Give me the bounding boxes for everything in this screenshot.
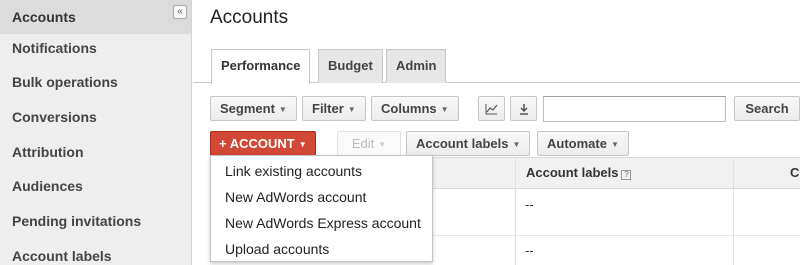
sidebar-item-notifications[interactable]: Notifications (0, 31, 191, 65)
edit-label: Edit (351, 136, 375, 151)
tab-performance[interactable]: Performance (211, 49, 311, 84)
segment-label: Segment (220, 101, 275, 116)
chart-button[interactable] (478, 96, 505, 121)
column-header-account-labels[interactable]: Account labels? (526, 158, 632, 188)
column-header-c[interactable]: C (790, 158, 799, 188)
column-header-label: Account labels (526, 165, 619, 180)
sidebar-item-accounts[interactable]: Accounts (0, 0, 191, 34)
column-divider (733, 157, 734, 265)
chevron-down-icon: ▼ (378, 140, 387, 149)
menu-item-new-adwords-account[interactable]: New AdWords account (211, 184, 432, 210)
account-dropdown-menu: Link existing accounts New AdWords accou… (210, 155, 433, 262)
account-labels-button[interactable]: Account labels ▼ (406, 131, 531, 156)
sidebar-item-conversions[interactable]: Conversions (0, 100, 191, 134)
chevron-down-icon: ▼ (298, 140, 307, 149)
download-button[interactable] (510, 96, 537, 121)
search-input[interactable] (543, 96, 726, 122)
help-icon[interactable]: ? (621, 170, 632, 180)
column-divider (515, 157, 516, 265)
edit-button[interactable]: Edit ▼ (337, 131, 401, 156)
chevron-down-icon: ▼ (610, 140, 619, 149)
line-chart-icon (485, 104, 498, 115)
menu-item-upload-accounts[interactable]: Upload accounts (211, 236, 432, 262)
table-cell-account-labels: -- (525, 243, 534, 258)
plus-icon: + (219, 136, 227, 151)
sidebar-item-account-labels[interactable]: Account labels (0, 239, 191, 265)
table-header: Account labels? C (433, 157, 800, 189)
chevron-down-icon: ▼ (512, 140, 521, 149)
chevron-down-icon: ▼ (278, 105, 287, 114)
menu-item-link-existing-accounts[interactable]: Link existing accounts (211, 158, 432, 184)
filter-button[interactable]: Filter ▼ (302, 96, 366, 121)
filter-label: Filter (312, 101, 344, 116)
sidebar-item-pending-invitations[interactable]: Pending invitations (0, 204, 191, 238)
table-cell-account-labels: -- (525, 197, 534, 212)
chevron-down-icon: ▼ (347, 105, 356, 114)
tab-admin[interactable]: Admin (386, 49, 447, 83)
chevron-down-icon: ▼ (440, 105, 449, 114)
search-button[interactable]: Search (734, 96, 800, 121)
add-account-button[interactable]: + ACCOUNT ▼ (210, 131, 316, 156)
automate-button[interactable]: Automate ▼ (537, 131, 629, 156)
columns-button[interactable]: Columns ▼ (371, 96, 459, 121)
sidebar-item-audiences[interactable]: Audiences (0, 169, 191, 203)
account-labels-label: Account labels (416, 136, 509, 151)
page-title: Accounts (210, 7, 289, 28)
download-icon (519, 104, 528, 115)
menu-item-new-adwords-express-account[interactable]: New AdWords Express account (211, 210, 432, 236)
columns-label: Columns (381, 101, 437, 116)
row-divider (433, 235, 800, 236)
automate-label: Automate (547, 136, 607, 151)
segment-button[interactable]: Segment ▼ (210, 96, 297, 121)
tab-budget[interactable]: Budget (318, 49, 383, 83)
account-button-label: ACCOUNT (229, 136, 295, 151)
collapse-sidebar-icon[interactable]: « (173, 5, 187, 19)
sidebar-item-bulk-operations[interactable]: Bulk operations (0, 65, 191, 99)
sidebar: Accounts « Notifications Bulk operations… (0, 0, 192, 265)
sidebar-item-attribution[interactable]: Attribution (0, 135, 191, 169)
